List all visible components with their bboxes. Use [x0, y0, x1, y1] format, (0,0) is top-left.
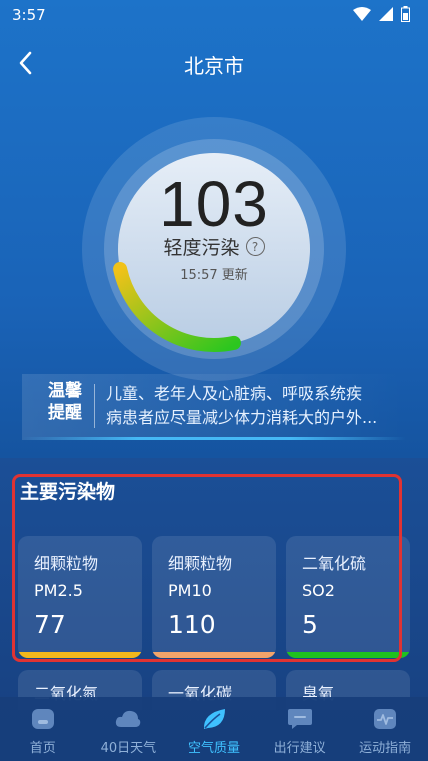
nav-label: 出行建议: [273, 741, 326, 756]
nav-label: 运动指南: [359, 741, 412, 756]
aqi-level-row: 轻度污染 ?: [82, 233, 346, 260]
signal-icon: [379, 7, 393, 21]
nav-item-air-quality[interactable]: 空气质量: [171, 697, 257, 761]
nav-label: 空气质量: [187, 741, 240, 756]
battery-icon: [401, 6, 410, 22]
highlight-frame: [12, 474, 402, 662]
tips-text-line1: 儿童、老年人及心脏病、呼吸系统疾: [106, 384, 363, 403]
nav-item-home[interactable]: 首页: [0, 697, 86, 761]
nav-item-travel[interactable]: 出行建议: [257, 697, 343, 761]
tips-text-line2: 病患者应尽量减少体力消耗大的户外...: [106, 408, 378, 427]
update-time: 15:57 更新: [180, 268, 248, 283]
tips-text: 儿童、老年人及心脏病、呼吸系统疾 病患者应尽量减少体力消耗大的户外...: [106, 382, 402, 430]
chat-icon: [287, 709, 312, 729]
status-icons: [353, 6, 410, 22]
tips-badge-line2: 提醒: [48, 403, 82, 423]
nav-item-40day[interactable]: 40日天气: [86, 697, 172, 761]
health-tips-banner[interactable]: 温馨 提醒 儿童、老年人及心脏病、呼吸系统疾 病患者应尽量减少体力消耗大的户外.…: [22, 374, 406, 440]
nav-label: 首页: [29, 741, 56, 756]
status-time: 3:57: [12, 6, 46, 24]
header: 北京市: [0, 40, 428, 86]
tips-badge-line1: 温馨: [48, 381, 82, 401]
help-icon[interactable]: ?: [245, 237, 265, 256]
pulse-icon: [374, 709, 397, 729]
tips-badge: 温馨 提醒: [44, 380, 86, 424]
aqi-gauge: 103 轻度污染 ? 15:57 更新: [82, 117, 346, 381]
tips-underline: [22, 437, 406, 440]
status-bar: 3:57: [0, 0, 428, 30]
home-icon: [31, 709, 54, 729]
aqi-level: 轻度污染: [163, 237, 240, 259]
tips-divider: [94, 384, 95, 428]
aqi-value: 103: [159, 168, 269, 240]
bottom-nav: 首页 40日天气 空气质量 出行建议 运动指南: [0, 697, 428, 761]
leaf-icon: [203, 709, 225, 729]
page-title: 北京市: [184, 54, 244, 78]
nav-label: 40日天气: [100, 741, 157, 756]
nav-item-sports[interactable]: 运动指南: [342, 697, 428, 761]
wifi-icon: [353, 6, 371, 21]
cloud-icon: [116, 710, 141, 727]
